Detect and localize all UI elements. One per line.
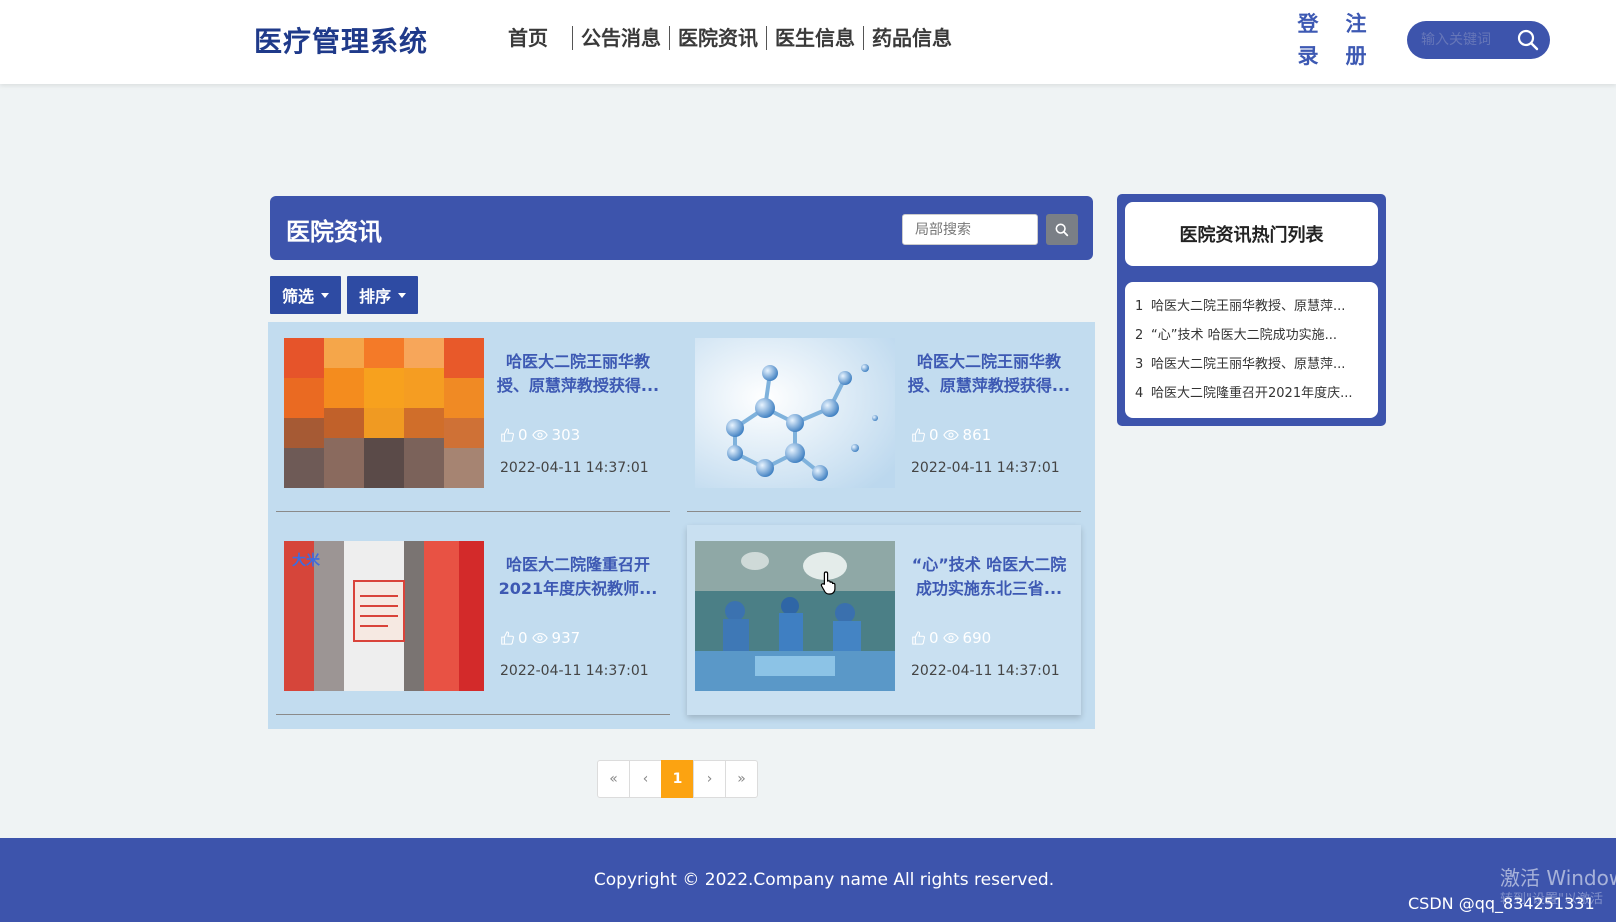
nav-hospital-news[interactable]: 医院资讯 [670,26,766,50]
card-divider [687,511,1081,512]
news-thumbnail[interactable] [695,338,895,488]
local-search-button[interactable] [1046,214,1078,245]
nav-medicines[interactable]: 药品信息 [864,26,960,50]
site-logo[interactable]: 医疗管理系统 [254,20,428,60]
local-search-input[interactable] [902,214,1038,245]
top-header: 医疗管理系统 首页 公告消息 医院资讯 医生信息 药品信息 登录 注册 [0,0,1616,84]
view-count: 690 [962,629,992,647]
news-panel-header: 医院资讯 [270,196,1093,260]
svg-text:大米: 大米 [292,552,321,569]
hot-list-item[interactable]: 2 “心”技术 哈医大二院成功实施... [1135,321,1368,350]
news-title[interactable]: 哈医大二院隆重召开2021年度庆祝教师... [494,553,662,601]
login-link[interactable]: 登录 [1296,8,1320,72]
hot-list-text: 哈医大二院王丽华教授、原慧萍... [1151,299,1346,314]
view-count: 861 [962,426,992,444]
nav-home[interactable]: 首页 [500,26,572,50]
sort-dropdown-button[interactable]: 排序 [347,276,418,314]
like-count: 0 [518,629,528,647]
news-date: 2022-04-11 14:37:01 [500,663,649,679]
hand-cursor-icon [820,571,836,595]
auth-links: 登录 注册 [1296,8,1368,72]
news-title[interactable]: 哈医大二院王丽华教授、原慧萍教授获得... [905,350,1073,398]
main-nav: 首页 公告消息 医院资讯 医生信息 药品信息 [500,26,960,50]
thumbs-up-icon[interactable] [911,428,925,442]
like-count: 0 [929,629,939,647]
page-1-button[interactable]: 1 [661,760,694,798]
hot-list-text: “心”技术 哈医大二院成功实施... [1151,328,1337,343]
like-count: 0 [929,426,939,444]
hot-list-number: 4 [1135,386,1144,401]
news-thumbnail[interactable]: 大米 [284,541,484,691]
hot-list-item[interactable]: 3 哈医大二院王丽华教授、原慧萍... [1135,350,1368,379]
sort-label: 排序 [358,287,391,306]
eye-icon [531,632,548,644]
page-title: 医院资讯 [286,218,382,246]
csdn-watermark: CSDN @qq_834251331 [1408,894,1595,913]
hot-list: 1 哈医大二院王丽华教授、原慧萍... 2 “心”技术 哈医大二院成功实施... 3… [1125,282,1378,418]
hot-list-text: 哈医大二院隆重召开2021年度庆... [1151,386,1353,401]
card-divider [276,511,670,512]
news-stats: 0 690 [911,629,991,647]
page-footer: Copyright © 2022.Company name All rights… [0,838,1616,922]
hot-list-number: 2 [1135,328,1144,343]
eye-icon [942,429,959,441]
last-page-button[interactable]: » [725,760,758,798]
hot-list-number: 3 [1135,357,1144,372]
hot-list-sidebar: 医院资讯热门列表 1 哈医大二院王丽华教授、原慧萍... 2 “心”技术 哈医大二院… [1117,194,1386,426]
hot-list-number: 1 [1135,299,1144,314]
caret-down-icon [398,292,406,298]
hot-list-item[interactable]: 4 哈医大二院隆重召开2021年度庆... [1135,379,1368,408]
next-page-button[interactable]: › [693,760,726,798]
news-date: 2022-04-11 14:37:01 [500,460,649,476]
news-thumbnail[interactable] [695,541,895,691]
global-search [1407,21,1550,59]
thumbs-up-icon[interactable] [500,428,514,442]
news-stats: 0 303 [500,426,580,444]
news-thumbnail[interactable] [284,338,484,488]
view-count: 303 [551,426,581,444]
filter-dropdown-button[interactable]: 筛选 [270,276,341,314]
pagination: « ‹ 1 › » [597,760,758,798]
news-date: 2022-04-11 14:37:01 [911,663,1060,679]
global-search-input[interactable] [1421,32,1511,48]
news-date: 2022-04-11 14:37:01 [911,460,1060,476]
filter-label: 筛选 [281,287,314,306]
news-grid: 哈医大二院王丽华教授、原慧萍教授获得... 0 303 2022-04-11 1… [268,322,1095,729]
news-card[interactable]: 哈医大二院王丽华教授、原慧萍教授获得... 0 861 2022-04-11 1… [687,322,1081,512]
view-count: 937 [551,629,581,647]
prev-page-button[interactable]: ‹ [629,760,662,798]
nav-doctors[interactable]: 医生信息 [767,26,863,50]
eye-icon [531,429,548,441]
windows-activation-watermark: 激活 Windows [1500,866,1616,890]
eye-icon [942,632,959,644]
search-icon [1055,223,1069,236]
news-stats: 0 937 [500,629,580,647]
search-icon[interactable] [1516,28,1540,52]
nav-announcements[interactable]: 公告消息 [573,26,669,50]
news-card[interactable]: “心”技术 哈医大二院成功实施东北三省... 0 690 2022-04-11 … [687,525,1081,715]
news-card[interactable]: 大米 哈医大二院隆重召开2021年度庆祝教师... 0 937 2022-04-… [276,525,670,715]
hot-list-text: 哈医大二院王丽华教授、原慧萍... [1151,357,1346,372]
hot-list-title: 医院资讯热门列表 [1125,202,1378,266]
caret-down-icon [321,292,329,298]
thumbs-up-icon[interactable] [911,631,925,645]
register-link[interactable]: 注册 [1344,8,1368,72]
thumbs-up-icon[interactable] [500,631,514,645]
copyright-text: Copyright © 2022.Company name All rights… [593,870,1055,890]
news-card[interactable]: 哈医大二院王丽华教授、原慧萍教授获得... 0 303 2022-04-11 1… [276,322,670,512]
hot-list-item[interactable]: 1 哈医大二院王丽华教授、原慧萍... [1135,292,1368,321]
news-title[interactable]: 哈医大二院王丽华教授、原慧萍教授获得... [494,350,662,398]
card-divider [276,714,670,715]
like-count: 0 [518,426,528,444]
news-stats: 0 861 [911,426,991,444]
news-title[interactable]: “心”技术 哈医大二院成功实施东北三省... [905,553,1073,601]
first-page-button[interactable]: « [597,760,630,798]
